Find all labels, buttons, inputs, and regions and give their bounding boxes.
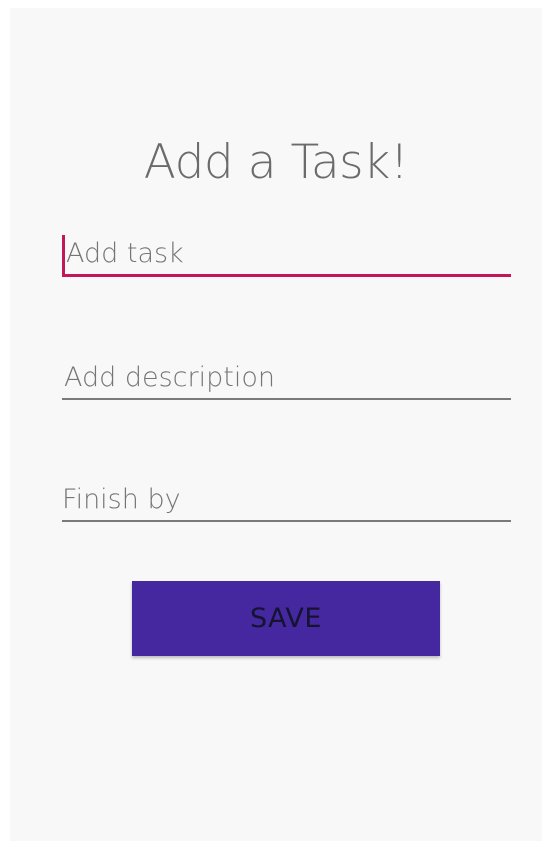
finish-by-input[interactable] [62, 480, 511, 520]
finish-by-underline [62, 520, 511, 522]
task-input[interactable] [62, 234, 511, 274]
page-title: Add a Task! [143, 135, 409, 190]
description-field[interactable] [62, 358, 511, 400]
task-underline [62, 274, 511, 277]
description-input[interactable] [62, 358, 511, 398]
finish-by-field[interactable] [62, 480, 511, 522]
description-underline [62, 398, 511, 400]
text-cursor [62, 235, 65, 275]
task-field[interactable] [62, 234, 511, 277]
save-button[interactable]: SAVE [132, 581, 440, 656]
add-task-screen: Add a Task! SAVE [10, 8, 542, 841]
